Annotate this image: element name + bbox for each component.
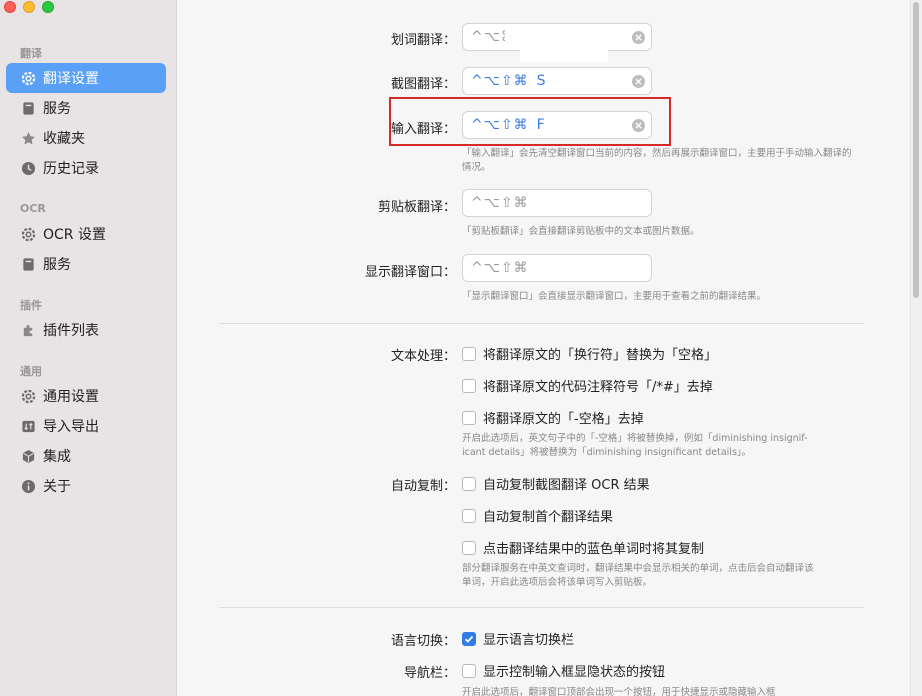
option-remove-hyphen-space[interactable]: 将翻译原文的「-空格」去掉 [462, 408, 644, 427]
section-divider [219, 607, 864, 608]
info-icon [20, 478, 36, 494]
sidebar-item-history[interactable]: 历史记录 [6, 153, 166, 183]
screenshot-translate-shortcut-field[interactable]: ^⌥⇧⌘ S [462, 67, 652, 95]
close-window-button[interactable] [4, 1, 16, 13]
shortcut-keys: ^⌥⇧⌘ [471, 195, 529, 211]
bookmark-icon [20, 100, 36, 116]
auto-copy-label: 自动复制： [390, 479, 456, 494]
star-icon [20, 130, 36, 146]
show-window-label: 显示翻译窗口： [364, 265, 456, 280]
option-label: 点击翻译结果中的蓝色单词时将其复制 [483, 542, 705, 557]
sidebar-item-about[interactable]: 关于 [6, 471, 166, 501]
sidebar-item-label: 集成 [43, 449, 71, 465]
sidebar-item-integration[interactable]: 集成 [6, 441, 166, 471]
text-processing-hint-line2: icant details」将被替换为「diminishing insignif… [462, 447, 752, 458]
gear-icon [20, 388, 36, 404]
option-copy-ocr-result[interactable]: 自动复制截图翻译 OCR 结果 [462, 474, 650, 493]
text-processing-label: 文本处理： [390, 349, 456, 364]
option-copy-first-result[interactable]: 自动复制首个翻译结果 [462, 506, 613, 525]
section-title-ocr: OCR [20, 202, 46, 215]
sidebar-item-ocr-settings[interactable]: OCR 设置 [6, 219, 166, 249]
sidebar-item-label: 历史记录 [43, 161, 99, 177]
app-window: 翻译 翻译设置 服务 收藏夹 历史记录 OCR OCR 设置 服务 插件 插件列… [0, 0, 922, 696]
option-label: 将翻译原文的「换行符」替换为「空格」 [483, 348, 718, 363]
sidebar-item-label: 翻译设置 [43, 71, 99, 87]
sidebar-item-services[interactable]: 服务 [6, 93, 166, 123]
sidebar-item-translate-settings[interactable]: 翻译设置 [6, 63, 166, 93]
option-show-language-bar[interactable]: 显示语言切换栏 [462, 629, 574, 648]
checkbox[interactable] [462, 410, 476, 425]
show-window-shortcut-field[interactable]: ^⌥⇧⌘ [462, 254, 652, 282]
option-remove-comment-symbols[interactable]: 将翻译原文的代码注释符号「/*#」去掉 [462, 376, 713, 395]
redacted-area [505, 25, 625, 47]
sidebar-item-label: OCR 设置 [43, 227, 106, 243]
minimize-window-button[interactable] [23, 1, 35, 13]
cube-icon [20, 448, 36, 464]
checkbox[interactable] [462, 346, 476, 361]
screenshot-translate-label: 截图翻译： [390, 77, 456, 92]
option-label: 自动复制首个翻译结果 [483, 510, 614, 525]
sidebar-item-label: 通用设置 [43, 389, 99, 405]
sidebar: 翻译 翻译设置 服务 收藏夹 历史记录 OCR OCR 设置 服务 插件 插件列… [0, 0, 177, 696]
clock-icon [20, 160, 36, 176]
navbar-label: 导航栏： [403, 666, 456, 681]
text-processing-hint-line1: 开启此选项后，英文句子中的「-空格」将被替换掉，例如「diminishing i… [462, 433, 808, 444]
sidebar-item-label: 关于 [43, 479, 71, 495]
sidebar-item-label: 导入导出 [43, 419, 99, 435]
annotation-highlight-box [389, 97, 671, 146]
checkbox[interactable] [462, 378, 476, 393]
option-show-input-toggle[interactable]: 显示控制输入框显隐状态的按钮 [462, 661, 665, 680]
checkbox[interactable] [462, 663, 476, 678]
sidebar-item-favorites[interactable]: 收藏夹 [6, 123, 166, 153]
sidebar-item-label: 插件列表 [43, 323, 99, 339]
checkbox[interactable] [462, 540, 476, 555]
clipboard-translate-label: 剪贴板翻译： [377, 200, 456, 215]
gear-icon [20, 226, 36, 242]
section-divider [219, 323, 864, 324]
clear-icon[interactable] [632, 31, 645, 44]
redacted-area [520, 48, 608, 62]
checkbox-checked[interactable] [462, 631, 476, 646]
section-title-general: 通用 [20, 365, 42, 378]
sidebar-item-import-export[interactable]: 导入导出 [6, 411, 166, 441]
clear-icon[interactable] [632, 75, 645, 88]
auto-copy-hint-line2: 单词，开启此选项后会将该单词写入剪贴板。 [462, 577, 653, 588]
section-title-plugins: 插件 [20, 299, 42, 312]
option-label: 显示语言切换栏 [483, 633, 575, 648]
auto-copy-hint-line1: 部分翻译服务在中英文查词时，翻译结果中会显示相关的单词，点击后会自动翻译该 [462, 563, 814, 574]
sidebar-item-ocr-services[interactable]: 服务 [6, 249, 166, 279]
clipboard-translate-hint: 「剪贴板翻译」会直接翻译剪贴板中的文本或图片数据。 [462, 226, 700, 237]
language-switch-label: 语言切换： [390, 634, 456, 649]
sidebar-item-label: 服务 [43, 101, 71, 117]
word-translate-label: 划词翻译： [390, 33, 456, 48]
option-replace-newline[interactable]: 将翻译原文的「换行符」替换为「空格」 [462, 344, 717, 363]
shortcut-key: S [536, 73, 547, 89]
puzzle-icon [20, 322, 36, 338]
option-copy-blue-word[interactable]: 点击翻译结果中的蓝色单词时将其复制 [462, 538, 704, 557]
sidebar-item-general-settings[interactable]: 通用设置 [6, 381, 166, 411]
checkbox[interactable] [462, 508, 476, 523]
zoom-window-button[interactable] [42, 1, 54, 13]
sidebar-item-plugin-list[interactable]: 插件列表 [6, 315, 166, 345]
checkbox[interactable] [462, 476, 476, 491]
gear-icon [20, 70, 36, 86]
vertical-scrollbar[interactable] [910, 0, 922, 696]
clipboard-translate-shortcut-field[interactable]: ^⌥⇧⌘ [462, 189, 652, 217]
option-label: 自动复制截图翻译 OCR 结果 [483, 478, 650, 493]
bookmark-icon [20, 256, 36, 272]
input-translate-hint: 「输入翻译」会先清空翻译窗口当前的内容，然后再展示翻译窗口，主要用于手动输入翻译… [462, 148, 852, 173]
shortcut-keys: ^⌥⇧⌘ [471, 73, 529, 89]
option-label: 将翻译原文的代码注释符号「/*#」去掉 [483, 380, 713, 395]
shortcut-keys: ^⌥⇧⌘ [471, 260, 529, 276]
window-controls [4, 1, 54, 13]
import-export-icon [20, 418, 36, 434]
sidebar-item-label: 服务 [43, 257, 71, 273]
sidebar-item-label: 收藏夹 [43, 131, 85, 147]
section-title-translate: 翻译 [20, 47, 42, 60]
navbar-hint: 开启此选项后，翻译窗口顶部会出现一个按钮，用于快捷显示或隐藏输入框 [462, 687, 776, 696]
option-label: 将翻译原文的「-空格」去掉 [483, 412, 644, 427]
scrollbar-thumb[interactable] [913, 2, 919, 298]
option-label: 显示控制输入框显隐状态的按钮 [483, 665, 666, 680]
show-window-hint: 「显示翻译窗口」会直接显示翻译窗口，主要用于查看之前的翻译结果。 [462, 291, 767, 302]
